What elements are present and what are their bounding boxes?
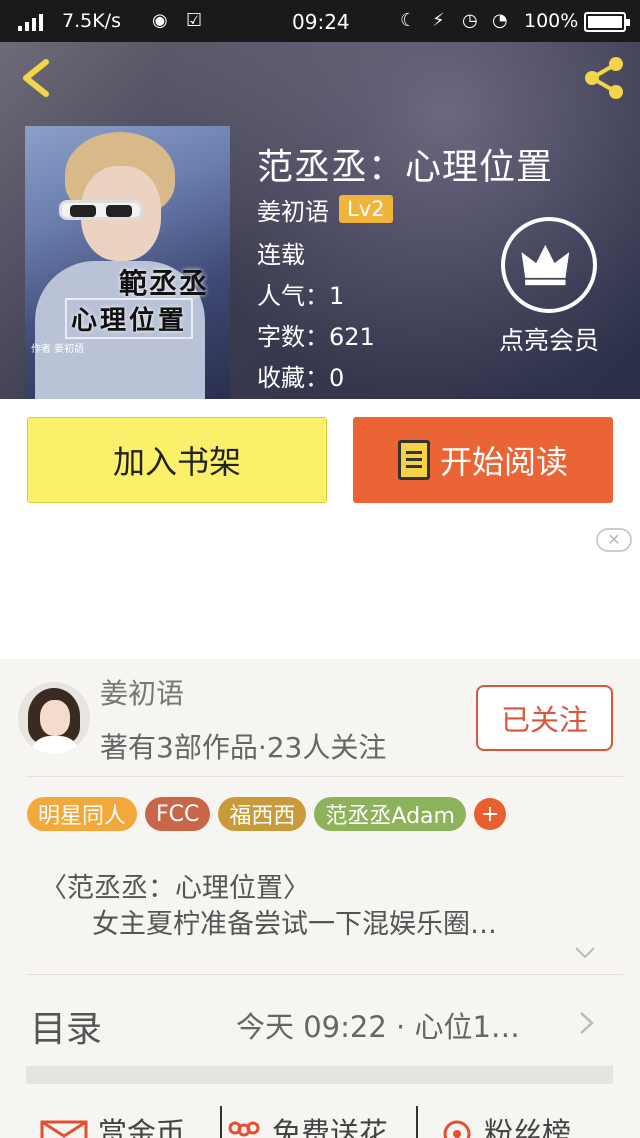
tag[interactable]: 范丞丞Adam xyxy=(314,797,466,831)
cover-title-line1: 範丞丞 xyxy=(119,267,210,300)
toc-label[interactable]: 目录 xyxy=(30,1000,102,1052)
divider xyxy=(26,776,623,777)
action-bar: 加入书架 开始阅读 xyxy=(0,399,640,521)
fan-ranking-button[interactable]: 粉丝榜 xyxy=(440,1110,571,1138)
crown-icon xyxy=(521,244,570,286)
free-flowers-label: 免费送花 xyxy=(272,1116,389,1138)
network-speed: 7.5K/s xyxy=(62,10,121,32)
vip-button[interactable]: 点亮会员 xyxy=(494,217,604,357)
latest-chapter[interactable]: 今天 09:22 · 心位1… xyxy=(236,1004,520,1046)
ad-banner xyxy=(0,521,640,659)
popularity: 人气：1 xyxy=(257,282,345,310)
serial-status: 连载 xyxy=(257,241,305,269)
ad-close-button[interactable]: ✕ xyxy=(596,528,632,552)
vip-label: 点亮会员 xyxy=(498,326,599,355)
tag[interactable]: 福西西 xyxy=(218,797,307,831)
tag[interactable]: FCC xyxy=(145,797,211,831)
charging-icon: ⚡ xyxy=(432,10,445,31)
chevron-down-icon[interactable] xyxy=(574,946,596,960)
add-tag-button[interactable]: + xyxy=(473,798,506,830)
book-cover[interactable]: 範丞丞 心理位置 作者 姜初語 xyxy=(25,126,230,399)
add-to-shelf-button[interactable]: 加入书架 xyxy=(27,417,327,503)
clock: 09:24 xyxy=(292,10,350,34)
free-flowers-button[interactable]: 免费送花 xyxy=(226,1110,388,1138)
author-card-name[interactable]: 姜初语 xyxy=(100,672,184,712)
book-header: 範丞丞 心理位置 作者 姜初語 范丞丞：心理位置 姜初语 Lv2 连载 人气：1… xyxy=(0,42,640,399)
tag[interactable]: 明星同人 xyxy=(27,797,138,831)
battery-percent: 100% xyxy=(524,10,579,32)
signal-icon xyxy=(18,13,50,31)
reward-coins-label: 赏金币 xyxy=(98,1116,186,1138)
followed-button[interactable]: 已关注 xyxy=(476,685,613,751)
avatar[interactable] xyxy=(18,682,90,754)
wifi-icon: ◔ xyxy=(492,10,508,31)
moon-icon: ☾ xyxy=(400,10,417,31)
cover-byline: 作者 姜初語 xyxy=(31,344,85,355)
back-chevron-icon[interactable] xyxy=(16,56,56,100)
ranking-icon xyxy=(443,1120,471,1138)
envelope-icon xyxy=(40,1120,88,1138)
intro-title: 〈范丞丞：心理位置〉 xyxy=(40,873,310,904)
separator xyxy=(220,1106,222,1138)
section-divider xyxy=(26,1066,613,1084)
book-icon xyxy=(397,440,430,480)
alarm-icon: ◷ xyxy=(462,10,478,31)
clipboard-check-icon: ☑ xyxy=(186,10,203,31)
author-row: 姜初语 Lv2 xyxy=(257,192,393,226)
separator xyxy=(416,1106,418,1138)
book-title: 范丞丞：心理位置 xyxy=(257,147,554,188)
bottom-action-row: 赏金币 免费送花 粉丝榜 xyxy=(0,1100,640,1138)
favorites-count: 收藏：0 xyxy=(257,364,345,392)
divider xyxy=(26,974,623,975)
start-reading-label: 开始阅读 xyxy=(439,443,568,481)
level-badge: Lv2 xyxy=(339,195,393,223)
status-bar: 7.5K/s ◉ ☑ 09:24 ☾ ⚡ ◷ ◔ 100% xyxy=(0,0,640,42)
battery-icon xyxy=(584,12,630,32)
start-reading-button[interactable]: 开始阅读 xyxy=(353,417,613,503)
cover-title-line2: 心理位置 xyxy=(65,298,194,339)
share-icon[interactable] xyxy=(580,54,628,102)
author-works-summary: 著有3部作品·23人关注 xyxy=(100,731,387,764)
tag-list: 明星同人 FCC 福西西 范丞丞Adam + xyxy=(27,797,506,831)
flower-icon xyxy=(228,1121,260,1137)
word-count: 字数：621 xyxy=(257,323,375,351)
chevron-right-icon[interactable] xyxy=(578,1010,596,1036)
reward-coins-button[interactable]: 赏金币 xyxy=(40,1110,185,1138)
intro-text: 女主夏柠准备尝试一下混娱乐圈… xyxy=(92,909,497,940)
sunglasses xyxy=(59,200,143,220)
fan-ranking-label: 粉丝榜 xyxy=(484,1116,572,1138)
author-name[interactable]: 姜初语 xyxy=(257,192,329,227)
weibo-icon: ◉ xyxy=(152,10,168,31)
